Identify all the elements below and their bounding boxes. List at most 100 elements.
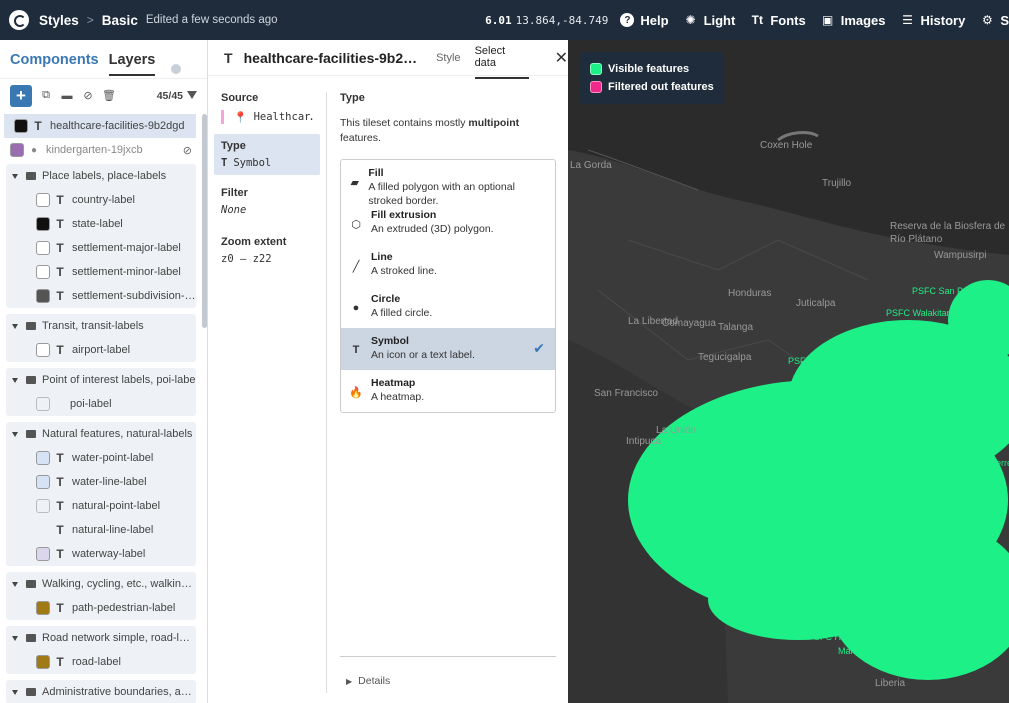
collapse-triangle-icon[interactable] [12,581,18,587]
breadcrumb-style-name[interactable]: Basic [102,13,138,28]
details-toggle[interactable]: ▶ Details [340,656,556,687]
filter-value[interactable]: None [221,204,313,216]
type-option-symbol[interactable]: T Symbol An icon or a text label. ✔ [341,328,555,370]
layer-row[interactable]: Tcountry-label [6,188,196,212]
folder-icon [26,322,36,330]
type-option-circle[interactable]: ● Circle A filled circle. [341,286,555,328]
map-label: La Gorda [570,160,612,171]
type-selector[interactable]: Type T Symbol [214,134,320,175]
layer-row[interactable]: Tsettlement-minor-label [6,260,196,284]
layer-row[interactable]: Tsettlement-major-label [6,236,196,260]
group-header[interactable]: Walking, cycling, etc., walking-cycling-… [6,572,196,596]
type-option-fill[interactable]: ▰ Fill A filled polygon with an optional s… [341,160,555,207]
layer-row-kindergarten[interactable]: ● kindergarten-19jxcb ⊘ [0,138,202,162]
type-option-fill-extrusion[interactable]: ⬡ Fill extrusion An extruded (3D) polygon. [341,202,555,244]
tab-select-data[interactable]: Select data [474,37,529,79]
tab-style[interactable]: Style [436,44,460,72]
layer-swatch[interactable] [36,397,50,411]
layer-swatch[interactable] [36,193,50,207]
hide-icon[interactable]: ⊘ [81,89,95,103]
layer-swatch[interactable] [36,217,50,231]
tab-layers[interactable]: Layers [108,52,156,76]
layer-swatch[interactable] [36,655,50,669]
hidden-eye-icon[interactable]: ⊘ [183,144,192,157]
group-header[interactable]: Point of interest labels, poi-labels [6,368,196,392]
tab-components[interactable]: Components [10,52,99,76]
delete-icon[interactable]: 🗑 [102,89,116,103]
map-canvas[interactable]: Visible features Filtered out features C… [568,40,1009,703]
layer-title[interactable]: healthcare-facilities-9b2… [244,50,430,66]
group-header[interactable]: Administrative boundaries, admin-labels [6,680,196,703]
group-header[interactable]: Natural features, natural-labels [6,422,196,446]
layer-swatch[interactable] [36,451,50,465]
history-button[interactable]: ☰ History [901,12,966,28]
layer-row[interactable]: poi-label [6,392,196,416]
layer-swatch[interactable] [36,499,50,513]
group-header[interactable]: Place labels, place-labels [6,164,196,188]
text-layer-icon: T [56,499,64,513]
images-button[interactable]: ▣ Images [821,13,885,28]
type-option-line[interactable]: ╱ Line A stroked line. [341,244,555,286]
type-value: T Symbol [221,157,300,169]
layer-group-road: Road network simple, road-labels Troad-l… [6,626,196,674]
filter-icon[interactable] [187,90,197,101]
layer-swatch[interactable] [36,265,50,279]
layer-swatch[interactable] [14,119,28,133]
layer-swatch[interactable] [36,601,50,615]
layer-row[interactable]: Twater-line-label [6,470,196,494]
add-layer-button[interactable]: + [10,84,32,107]
layer-row[interactable]: Tnatural-line-label [6,518,196,542]
collapse-triangle-icon[interactable] [12,431,18,437]
layer-row-healthcare[interactable]: T healthcare-facilities-9b2dgd [4,114,196,138]
layer-row[interactable]: Tnatural-point-label [6,494,196,518]
layer-row[interactable]: Tpath-pedestrian-label [6,596,196,620]
light-button[interactable]: ✺ Light [684,13,736,28]
close-icon[interactable]: ✕ [555,48,568,68]
collapse-triangle-icon[interactable] [12,377,18,383]
layer-swatch[interactable] [36,547,50,561]
layer-row[interactable]: Twaterway-label [6,542,196,566]
layer-row[interactable]: Tairport-label [6,338,196,362]
type-name: Circle [371,293,401,305]
layer-name: poi-label [70,398,112,410]
group-header[interactable]: Transit, transit-labels [6,314,196,338]
layer-swatch[interactable] [36,343,50,357]
layer-swatch[interactable] [36,241,50,255]
zoom-extent-value[interactable]: z0 – z22 [221,253,313,265]
collapse-triangle-icon[interactable] [12,323,18,329]
group-icon[interactable]: ▬ [60,89,74,103]
layer-name: settlement-minor-label [72,266,181,278]
map-pin-icon: 📍 [233,111,248,124]
map-label: La Unión [656,425,697,436]
type-option-heatmap[interactable]: 🔥 Heatmap A heatmap. [341,370,555,412]
collapse-triangle-icon[interactable] [12,173,18,179]
collapse-triangle-icon[interactable] [12,635,18,641]
collapse-triangle-icon[interactable] [12,689,18,695]
duplicate-icon[interactable]: ⧉ [39,89,53,103]
layer-swatch[interactable] [36,475,50,489]
mapbox-logo-icon[interactable] [9,10,29,30]
layer-list-scrollbar[interactable] [202,114,207,328]
text-layer-icon: T [56,289,64,303]
text-layer-icon: T [56,547,64,561]
folder-icon [26,634,36,642]
layer-swatch[interactable] [36,289,50,303]
fonts-button[interactable]: Tt Fonts [750,13,806,28]
settings-button[interactable]: ⚙ S [980,13,1009,28]
layer-swatch[interactable] [36,523,50,537]
fill-icon: ▰ [350,176,359,189]
source-selector[interactable]: 📍 Healthcar… [208,110,313,124]
layer-name: country-label [72,194,135,206]
layer-row[interactable]: Twater-point-label [6,446,196,470]
source-value: Healthcar… [253,111,313,123]
layer-row[interactable]: Tstate-label [6,212,196,236]
history-label: History [920,12,966,28]
light-label: Light [703,12,736,28]
map-label: San Francisco [594,388,658,399]
group-header[interactable]: Road network simple, road-labels [6,626,196,650]
layer-row[interactable]: Tsettlement-subdivision-label [6,284,196,308]
help-button[interactable]: ? Help [620,13,669,28]
layer-row[interactable]: Troad-label [6,650,196,674]
breadcrumb-styles[interactable]: Styles [39,13,79,28]
layer-swatch[interactable] [10,143,24,157]
